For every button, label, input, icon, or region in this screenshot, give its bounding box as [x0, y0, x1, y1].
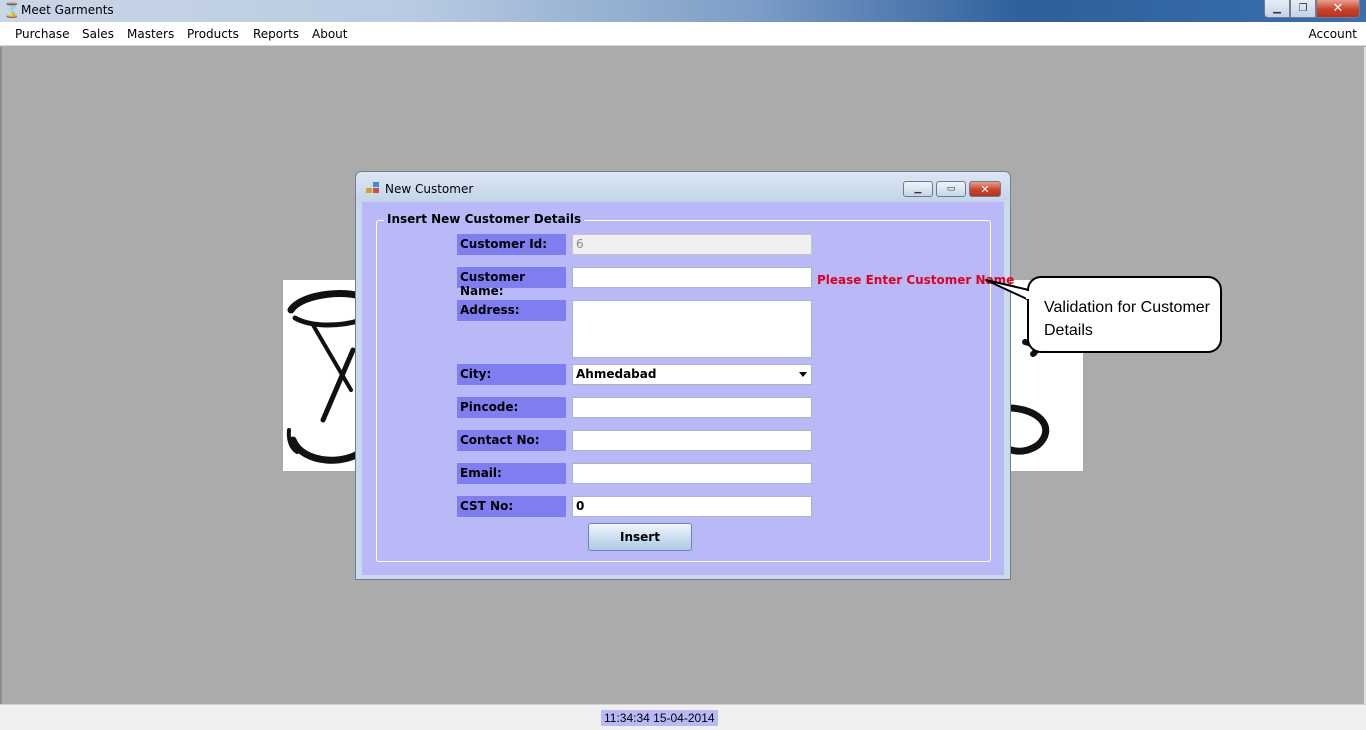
- app-logo-icon: ⌛: [3, 3, 21, 19]
- main-title-bar: ⌛ Meet Garments ▁ ❐ ✕: [0, 0, 1366, 22]
- restore-icon: ❐: [1298, 3, 1308, 14]
- customer-name-input[interactable]: [572, 267, 812, 288]
- menu-account[interactable]: Account: [1309, 27, 1357, 41]
- minimize-icon: ▁: [914, 184, 922, 194]
- maximize-button[interactable]: ❐: [1290, 0, 1316, 18]
- dialog-minimize-button[interactable]: ▁: [903, 181, 933, 197]
- menu-reports[interactable]: Reports: [253, 27, 299, 41]
- minimize-icon: ▁: [1273, 3, 1281, 14]
- city-label: City:: [457, 364, 566, 385]
- new-customer-dialog: New Customer ▁ ▭ ✕ Insert New Customer D…: [355, 171, 1014, 580]
- contact-no-label: Contact No:: [457, 430, 566, 451]
- dialog-maximize-button[interactable]: ▭: [936, 181, 966, 197]
- contact-no-input[interactable]: [572, 430, 812, 451]
- close-icon: ✕: [980, 182, 990, 196]
- city-select[interactable]: Ahmedabad: [572, 364, 812, 385]
- customer-id-field: 6: [572, 234, 812, 255]
- annotation-callout: Validation for Customer Details: [1027, 276, 1222, 353]
- dialog-close-button[interactable]: ✕: [969, 181, 1001, 197]
- menu-masters[interactable]: Masters: [127, 27, 174, 41]
- email-label: Email:: [457, 463, 566, 484]
- menu-products[interactable]: Products: [187, 27, 239, 41]
- dialog-title-bar: New Customer ▁ ▭ ✕: [356, 172, 1010, 202]
- menu-about[interactable]: About: [312, 27, 347, 41]
- dialog-title: New Customer: [385, 182, 474, 196]
- minimize-button[interactable]: ▁: [1264, 0, 1290, 18]
- callout-text: Validation for Customer Details: [1044, 299, 1210, 339]
- dropdown-arrow-icon[interactable]: [799, 372, 807, 377]
- form-icon: [366, 182, 380, 194]
- customer-name-label: Customer Name:: [457, 267, 566, 298]
- customer-id-label: Customer Id:: [457, 234, 566, 255]
- menu-purchase[interactable]: Purchase: [15, 27, 70, 41]
- address-textarea[interactable]: [572, 300, 812, 358]
- close-button[interactable]: ✕: [1316, 0, 1360, 18]
- maximize-icon: ▭: [946, 184, 956, 194]
- cst-no-input[interactable]: 0: [572, 496, 812, 517]
- status-clock: 11:34:34 15-04-2014: [601, 710, 718, 726]
- menu-sales[interactable]: Sales: [82, 27, 114, 41]
- city-selected-value: Ahmedabad: [576, 367, 657, 381]
- dialog-window-controls: ▁ ▭ ✕: [903, 181, 1001, 197]
- groupbox-title: Insert New Customer Details: [384, 212, 585, 226]
- pincode-input[interactable]: [572, 397, 812, 418]
- status-bar: 11:34:34 15-04-2014: [0, 704, 1366, 730]
- close-icon: ✕: [1332, 1, 1344, 16]
- insert-button[interactable]: Insert: [588, 523, 692, 551]
- dialog-body: Insert New Customer Details Customer Id:…: [362, 202, 1014, 575]
- pincode-label: Pincode:: [457, 397, 566, 418]
- email-input[interactable]: [572, 463, 812, 484]
- window-controls: ▁ ❐ ✕: [1264, 0, 1360, 18]
- window-title: Meet Garments: [21, 3, 114, 17]
- address-label: Address:: [457, 300, 566, 321]
- menu-bar: Purchase Sales Masters Products Reports …: [0, 22, 1366, 46]
- cst-no-label: CST No:: [457, 496, 566, 517]
